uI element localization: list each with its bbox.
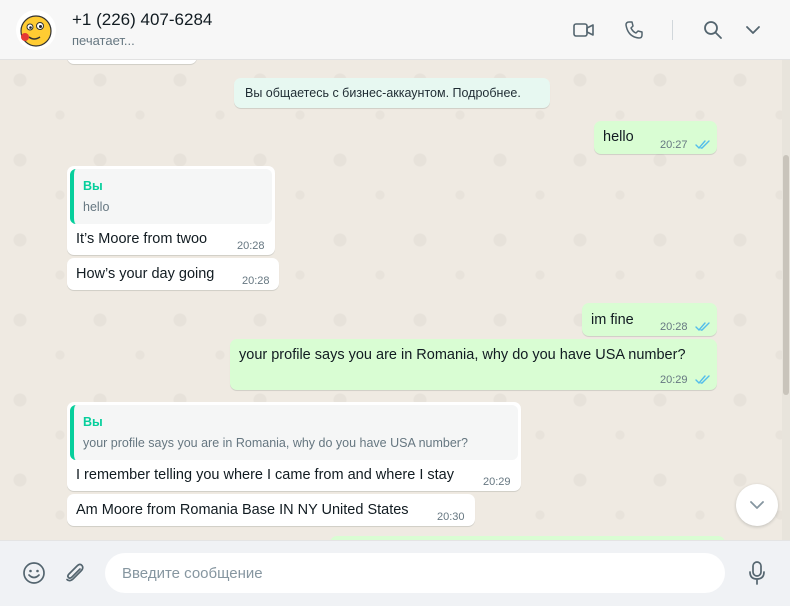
message-time: 20:27 xyxy=(660,139,688,151)
message-incoming[interactable]: Вы your profile says you are in Romania,… xyxy=(67,402,521,491)
quote-author: Вы xyxy=(83,415,103,429)
message-text: im fine xyxy=(591,312,634,328)
voice-call-icon[interactable] xyxy=(622,18,646,42)
message-time: 20:30 xyxy=(437,511,465,523)
message-outgoing[interactable]: hello 20:27 xyxy=(594,121,717,154)
message-time: 20:28 xyxy=(660,321,688,333)
notice-text: Вы общаетесь с бизнес-аккаунтом. Подробн… xyxy=(245,86,521,100)
chat-header: +1 (226) 407-6284 печатает... xyxy=(0,0,790,60)
read-ticks-icon xyxy=(695,140,710,150)
message-incoming[interactable]: Вы hello It’s Moore from twoo 20:28 xyxy=(67,166,275,255)
message-text: I remember telling you where I came from… xyxy=(76,467,454,483)
scroll-to-bottom-button[interactable] xyxy=(736,484,778,526)
message-text: Am Moore from Romania Base IN NY United … xyxy=(76,502,409,518)
typing-status: печатает... xyxy=(72,33,135,48)
business-account-notice[interactable]: Вы общаетесь с бизнес-аккаунтом. Подробн… xyxy=(234,78,550,108)
read-ticks-icon xyxy=(695,375,710,385)
message-text: How’s your day going xyxy=(76,266,215,282)
microphone-icon[interactable] xyxy=(744,560,770,586)
message-text: It’s Moore from twoo xyxy=(76,231,208,247)
message-list[interactable]: Вы общаетесь с бизнес-аккаунтом. Подробн… xyxy=(0,60,782,540)
composer xyxy=(0,540,790,606)
attach-icon[interactable] xyxy=(62,560,88,586)
quote-text: hello xyxy=(83,200,110,214)
video-call-icon[interactable] xyxy=(572,18,596,42)
message-outgoing[interactable]: im fine 20:28 xyxy=(582,303,717,336)
message-text: hello xyxy=(603,129,634,145)
message-time: 20:28 xyxy=(237,240,265,252)
message-time: 20:28 xyxy=(242,275,270,287)
chevron-down-icon xyxy=(750,501,764,509)
emoji-icon[interactable] xyxy=(21,560,47,586)
search-icon[interactable] xyxy=(701,18,725,42)
message-incoming[interactable]: Am Moore from Romania Base IN NY United … xyxy=(67,494,475,526)
message-incoming[interactable]: How’s your day going 20:28 xyxy=(67,258,279,290)
avatar[interactable] xyxy=(16,10,56,50)
chevron-down-icon[interactable] xyxy=(741,18,765,42)
contact-name[interactable]: +1 (226) 407-6284 xyxy=(72,10,212,30)
quote-text: your profile says you are in Romania, wh… xyxy=(83,436,468,450)
read-ticks-icon xyxy=(695,322,710,332)
message-text: your profile says you are in Romania, wh… xyxy=(239,347,686,363)
scrollbar-thumb[interactable] xyxy=(783,155,789,395)
quoted-message[interactable]: Вы hello xyxy=(70,169,272,224)
header-divider xyxy=(672,20,673,40)
quoted-message[interactable]: Вы your profile says you are in Romania,… xyxy=(70,405,518,460)
message-input-box[interactable] xyxy=(105,553,725,593)
partial-message xyxy=(67,60,197,64)
message-time: 20:29 xyxy=(483,476,511,488)
message-outgoing[interactable]: your profile says you are in Romania, wh… xyxy=(230,339,717,390)
message-time: 20:29 xyxy=(660,374,688,386)
quote-author: Вы xyxy=(83,179,103,193)
message-input[interactable] xyxy=(105,553,725,593)
